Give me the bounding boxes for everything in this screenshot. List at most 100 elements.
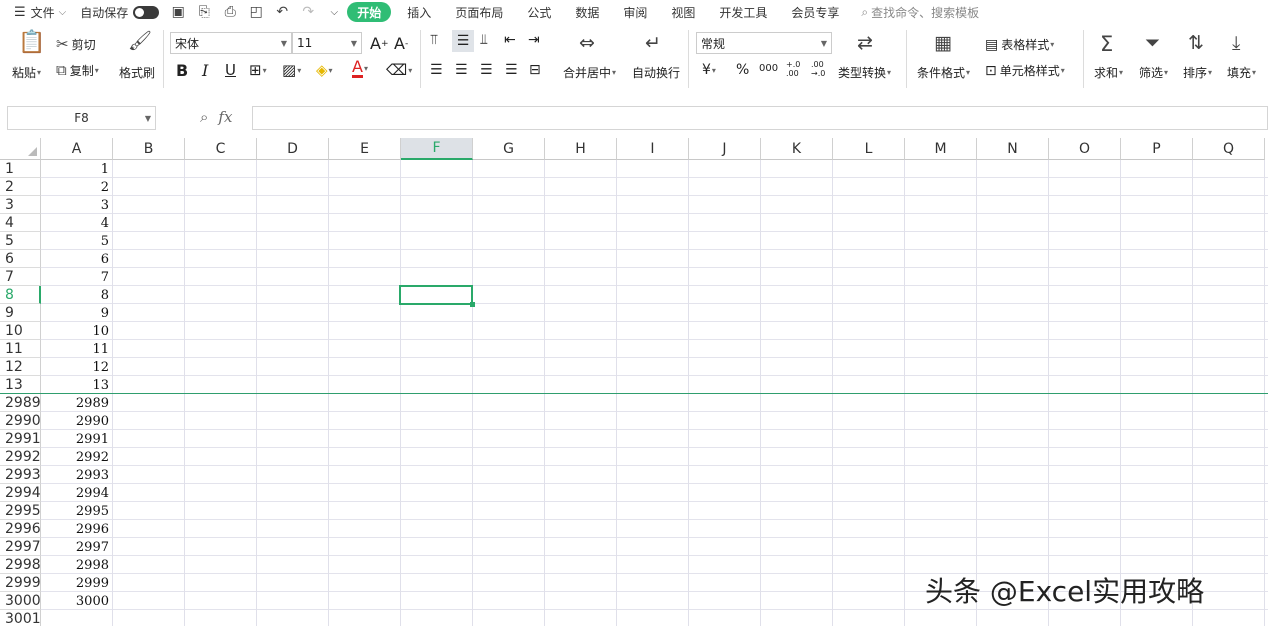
cell-a-value[interactable]: 4	[41, 214, 111, 232]
row-header[interactable]: 4	[0, 214, 41, 232]
increase-decimal-button[interactable]: +.0 .00	[786, 60, 806, 78]
conditional-format-button[interactable]: 条件格式 ▾	[917, 64, 970, 81]
cell-a-value[interactable]: 2990	[41, 412, 111, 430]
row-header[interactable]: 2989	[0, 394, 41, 412]
row-header[interactable]: 1	[0, 160, 41, 178]
menu-icon[interactable]: ☰	[14, 0, 26, 24]
print-preview-icon[interactable]: ◰	[243, 0, 269, 24]
cell-a-value[interactable]: 3	[41, 196, 111, 214]
column-header-e[interactable]: E	[329, 138, 401, 160]
type-convert-button[interactable]: 类型转换 ▾	[838, 64, 891, 81]
row-header[interactable]: 10	[0, 322, 41, 340]
customize-chevron-icon[interactable]: ⌵	[321, 0, 347, 24]
cell-a-value[interactable]: 2993	[41, 466, 111, 484]
cell-a-value[interactable]: 2994	[41, 484, 111, 502]
row-header[interactable]: 2992	[0, 448, 41, 466]
cell-a-value[interactable]: 8	[41, 286, 111, 304]
cell-style-button[interactable]: ⊡ 单元格样式 ▾	[985, 62, 1065, 79]
merge-center-button[interactable]: 合并居中 ▾	[563, 64, 616, 81]
row-header[interactable]: 2996	[0, 520, 41, 538]
increase-indent-icon[interactable]: ⇥	[528, 32, 540, 48]
cell-a-value[interactable]: 12	[41, 358, 111, 376]
filter-icon[interactable]: ⏷	[1145, 34, 1160, 53]
formula-input[interactable]	[252, 106, 1268, 130]
cell-a-value[interactable]: 2997	[41, 538, 111, 556]
fill-color-icon[interactable]: ◈ ▾	[316, 61, 333, 79]
row-header[interactable]: 2	[0, 178, 41, 196]
wrap-text-icon[interactable]: ↵	[645, 34, 661, 53]
row-header[interactable]: 13	[0, 376, 41, 394]
cell-a-value[interactable]: 7	[41, 268, 111, 286]
sort-icon[interactable]: ⇅	[1188, 34, 1204, 53]
column-header-b[interactable]: B	[113, 138, 185, 160]
cell-a-value[interactable]: 6	[41, 250, 111, 268]
tab-data[interactable]: 数据	[563, 0, 611, 24]
row-header[interactable]: 2991	[0, 430, 41, 448]
row-header[interactable]: 11	[0, 340, 41, 358]
font-name-select[interactable]: 宋体 ▼	[170, 32, 292, 54]
format-painter-button[interactable]: 格式刷	[119, 64, 155, 81]
table-style-button[interactable]: ▤ 表格样式 ▾	[985, 36, 1054, 53]
column-header-f[interactable]: F	[401, 138, 473, 160]
column-header-j[interactable]: J	[689, 138, 761, 160]
column-header-c[interactable]: C	[185, 138, 257, 160]
function-icon[interactable]: fx	[218, 108, 232, 126]
cell-a-value[interactable]: 2995	[41, 502, 111, 520]
tab-review[interactable]: 审阅	[611, 0, 659, 24]
column-header-p[interactable]: P	[1121, 138, 1193, 160]
cell-a-value[interactable]: 10	[41, 322, 111, 340]
cell-a-value[interactable]	[41, 610, 111, 626]
export-icon[interactable]: ⎘	[191, 0, 217, 24]
row-header[interactable]: 12	[0, 358, 41, 376]
thousands-button[interactable]: 000	[759, 63, 778, 74]
select-all-corner[interactable]	[0, 138, 41, 160]
selected-cell-f8[interactable]	[399, 285, 475, 307]
merge-icon[interactable]: ⇔	[579, 34, 595, 53]
wrap-text-button[interactable]: 自动换行	[632, 64, 680, 81]
column-header-i[interactable]: I	[617, 138, 689, 160]
align-center-icon[interactable]: ☰	[455, 62, 468, 78]
row-header[interactable]: 7	[0, 268, 41, 286]
row-header[interactable]: 2999	[0, 574, 41, 592]
undo-icon[interactable]: ↶	[269, 0, 295, 24]
tab-formulas[interactable]: 公式	[515, 0, 563, 24]
decrease-decimal-button[interactable]: .00 →.0	[811, 60, 833, 78]
justify-icon[interactable]: ☰	[505, 62, 518, 78]
cut-button[interactable]: ✂ 剪切	[56, 36, 96, 53]
cell-a-value[interactable]: 2991	[41, 430, 111, 448]
row-header[interactable]: 2990	[0, 412, 41, 430]
sort-button[interactable]: 排序 ▾	[1183, 64, 1212, 81]
number-format-select[interactable]: 常规 ▼	[696, 32, 832, 54]
percent-button[interactable]: %	[736, 62, 749, 78]
bold-button[interactable]: B	[176, 61, 188, 80]
cell-a-value[interactable]: 1	[41, 160, 111, 178]
row-header[interactable]: 9	[0, 304, 41, 322]
currency-button[interactable]: ¥ ▾	[702, 62, 716, 78]
decrease-indent-icon[interactable]: ⇤	[504, 32, 516, 48]
cell-a-value[interactable]: 2998	[41, 556, 111, 574]
increase-font-icon[interactable]: A +	[370, 34, 389, 53]
column-header-o[interactable]: O	[1049, 138, 1121, 160]
row-header[interactable]: 6	[0, 250, 41, 268]
autosave-toggle[interactable]	[128, 0, 160, 24]
print-icon[interactable]: ⎙	[217, 0, 243, 24]
cell-a-value[interactable]: 13	[41, 376, 111, 394]
copy-button[interactable]: ⧉ 复制 ▾	[56, 62, 99, 79]
type-convert-icon[interactable]: ⇄	[857, 34, 873, 53]
align-right-icon[interactable]: ☰	[480, 62, 493, 78]
tab-insert[interactable]: 插入	[395, 0, 443, 24]
column-header-k[interactable]: K	[761, 138, 833, 160]
fill-down-icon[interactable]: ⤓	[1232, 34, 1240, 53]
tab-member[interactable]: 会员专享	[779, 0, 851, 24]
cell-a-value[interactable]: 2999	[41, 574, 111, 592]
column-header-g[interactable]: G	[473, 138, 545, 160]
row-header[interactable]: 2994	[0, 484, 41, 502]
cell-a-value[interactable]: 2989	[41, 394, 111, 412]
fill-button[interactable]: 填充 ▾	[1227, 64, 1256, 81]
align-left-icon[interactable]: ☰	[430, 62, 443, 78]
row-header[interactable]: 8	[0, 286, 41, 304]
borders-icon[interactable]: ⊞ ▾	[249, 61, 267, 79]
tab-developer[interactable]: 开发工具	[707, 0, 779, 24]
align-bottom-icon[interactable]: ⫫	[480, 32, 488, 48]
row-header[interactable]: 5	[0, 232, 41, 250]
